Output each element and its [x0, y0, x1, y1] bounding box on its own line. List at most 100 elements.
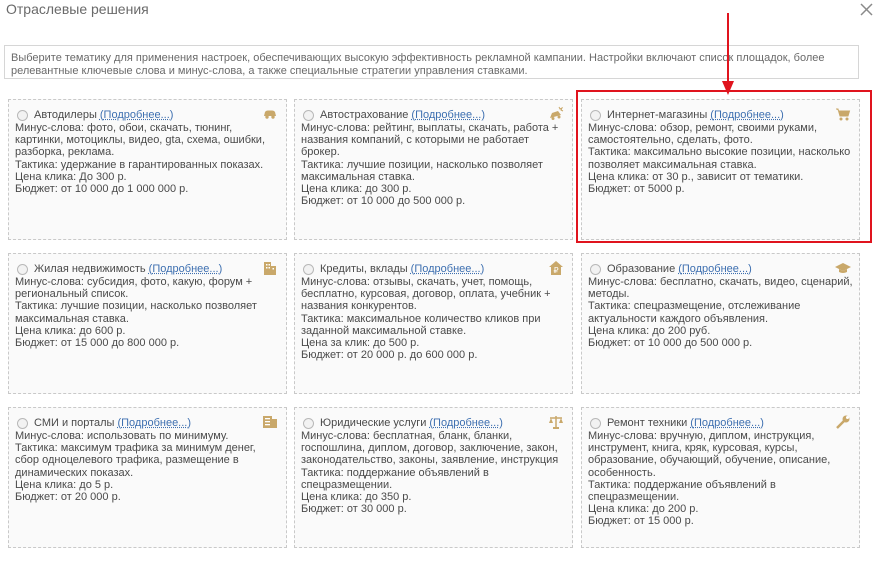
solution-card-auto-insurance[interactable]: Автострахование (Подробнее...) Минус-слова… [294, 99, 573, 240]
wrench-icon [835, 414, 851, 430]
card-text-line: Минус-слова: отзывы, скачать, учет, помо… [301, 276, 533, 288]
card-text-line: Тактика: удержание в гарантированных пок… [15, 158, 264, 171]
solution-card-online-stores[interactable]: Интернет-магазины (Подробнее...) Минус-сло… [581, 99, 860, 240]
car-icon [262, 106, 278, 122]
solution-card-auto-dealers[interactable]: Автодилеры (Подробнее...) Минус-слова: фот… [8, 99, 287, 240]
more-link-label[interactable]: Подробнее... [694, 417, 760, 429]
card-text-line: максимальная ставка. [301, 170, 415, 183]
card-text-line: Минус-слова: субсидия, фото, какую, фору… [15, 276, 253, 288]
card-text-line: образование, обучающий, обучение, описан… [588, 454, 831, 467]
more-link[interactable]: (Подробнее...) [117, 417, 191, 429]
card-radio[interactable] [303, 263, 314, 275]
page-title: Отраслевые решения [6, 1, 149, 17]
card-radio[interactable] [303, 417, 314, 429]
card-title: Автодилеры [34, 108, 97, 121]
card-text-line: методы. [588, 288, 630, 301]
card-radio[interactable] [303, 109, 314, 121]
svg-text:₽: ₽ [553, 266, 558, 275]
more-link[interactable]: (Подробнее...) [678, 263, 752, 275]
card-text-line: Минус-слова: использовать по минимуму. [15, 430, 229, 442]
card-text-line: бесплатно, курсовая, договор, оплата, уч… [301, 288, 551, 301]
card-text-line: спецразмещении. [301, 478, 393, 491]
card-text-line: брокер. [301, 146, 340, 159]
more-link[interactable]: (Подробнее...) [429, 417, 503, 429]
more-link-label[interactable]: Подробнее... [414, 263, 480, 275]
card-header: Интернет-магазины (Подробнее...) [588, 108, 853, 122]
card-header: Образование (Подробнее...) [588, 262, 853, 276]
more-link-label[interactable]: Подробнее... [152, 263, 218, 275]
card-text-line: Цена клика: до 600 р. [15, 324, 126, 337]
card-title: Жилая недвижимость [34, 262, 146, 275]
card-header: Кредиты, вклады (Подробнее...) [301, 262, 566, 276]
card-text-line: Бюджет: от 15 000 р. [588, 515, 694, 528]
card-text-line: максимальная ставка. [15, 312, 129, 325]
more-link-label[interactable]: Подробнее... [121, 417, 187, 429]
card-title: Образование [607, 262, 676, 275]
solution-card-media-portals[interactable]: СМИ и порталы (Подробнее...) Минус-слова: … [8, 407, 287, 548]
card-text-line: Тактика: поддержание объявлений в [301, 466, 489, 479]
card-text-line: актуальности каждого объявления. [588, 312, 769, 325]
card-text-line: Бюджет: от 10 000 до 500 000 р. [588, 337, 753, 350]
card-header: Жилая недвижимость (Подробнее...) [15, 262, 280, 276]
close-icon[interactable] [857, 0, 875, 18]
solution-card-legal-services[interactable]: Юридические услуги (Подробнее...) Минус-сл… [294, 407, 573, 548]
card-text-line: Бюджет: от 30 000 р. [301, 503, 407, 516]
card-text-line: Тактика: лучшие позиции, насколько позво… [15, 300, 257, 313]
graduation-cap-icon [835, 260, 851, 276]
more-link[interactable]: (Подробнее...) [710, 109, 784, 121]
more-link[interactable]: (Подробнее...) [100, 109, 174, 121]
card-text-line: Минус-слова: рейтинг, выплаты, скачать, … [301, 122, 559, 134]
card-text-line: Минус-слова: бесплатная, бланк, бланки, [301, 430, 513, 442]
card-text-line: Цена клика: до 300 р. [301, 183, 412, 196]
card-text-line: картинки, мотоциклы, видео, gta, схема, … [15, 134, 266, 147]
card-radio[interactable] [590, 417, 601, 429]
more-link-label[interactable]: Подробнее... [104, 109, 170, 121]
card-text-line: Тактика: лучшие позиции, насколько позво… [301, 158, 543, 171]
card-text-line: Тактика: максимум трафика за минимум ден… [15, 442, 256, 455]
card-radio[interactable] [590, 109, 601, 121]
solution-card-tech-repair[interactable]: Ремонт техники (Подробнее...) Минус-слова:… [581, 407, 860, 548]
car-crash-icon [548, 106, 564, 122]
card-text-line: особенность. [588, 466, 656, 479]
card-header: Автодилеры (Подробнее...) [15, 108, 280, 122]
card-text-line: сбор одноцелевого трафика, размещение в [15, 454, 239, 467]
building-icon [262, 260, 278, 276]
card-text-line: спецразмещении. [588, 491, 680, 504]
card-text-line: динамических показах. [15, 466, 134, 479]
card-radio[interactable] [17, 263, 28, 275]
scales-icon [548, 414, 564, 430]
more-link-label[interactable]: Подробнее... [682, 263, 748, 275]
newspaper-icon [262, 414, 278, 430]
card-text-line: Минус-слова: обзор, ремонт, своими рукам… [588, 122, 818, 134]
solution-card-credits-deposits[interactable]: Кредиты, вклады (Подробнее...) ₽ Минус-слов… [294, 253, 573, 394]
card-text-line: Тактика: максимальное количество кликов … [301, 312, 541, 325]
card-radio[interactable] [17, 417, 28, 429]
solution-card-education[interactable]: Образование (Подробнее...) Минус-слова: бе… [581, 253, 860, 394]
cart-icon [835, 106, 851, 122]
card-text-line: Бюджет: от 5000 р. [588, 183, 685, 196]
card-radio[interactable] [17, 109, 28, 121]
more-link-label[interactable]: Подробнее... [433, 417, 499, 429]
more-link[interactable]: (Подробнее...) [411, 263, 485, 275]
card-header: СМИ и порталы (Подробнее...) [15, 416, 280, 430]
card-radio[interactable] [590, 263, 601, 275]
more-link-label[interactable]: Подробнее... [714, 109, 780, 121]
more-link[interactable]: (Подробнее...) [690, 417, 764, 429]
card-text-line: Тактика: поддержание объявлений в [588, 478, 776, 491]
card-text-line: позволяет максимальная ставка. [588, 158, 757, 171]
card-text-line: названия компаний, с которыми не работае… [301, 134, 530, 147]
more-link-label[interactable]: Подробнее... [415, 109, 481, 121]
card-text-line: Бюджет: от 20 000 р. до 600 000 р. [301, 349, 478, 362]
more-link[interactable]: (Подробнее...) [149, 263, 223, 275]
card-text-line: Минус-слова: вручную, диплом, инструкция… [588, 430, 815, 442]
card-text-line: заданной максимальной ставке. [301, 324, 467, 337]
solution-card-real-estate[interactable]: Жилая недвижимость (Подробнее...) Минус-сл… [8, 253, 287, 394]
card-header: Ремонт техники (Подробнее...) [588, 416, 853, 430]
card-title: Автострахование [320, 108, 409, 121]
card-title: Кредиты, вклады [320, 262, 408, 275]
card-text-line: Цена клика: до 350 р. [301, 491, 412, 504]
card-text-line: госпошлина, диплом, договор, заключение,… [301, 442, 558, 455]
ruble-house-icon: ₽ [548, 260, 564, 276]
more-link[interactable]: (Подробнее...) [411, 109, 485, 121]
card-text-line: Цена клика: от 30 р., зависит от тематик… [588, 170, 804, 183]
